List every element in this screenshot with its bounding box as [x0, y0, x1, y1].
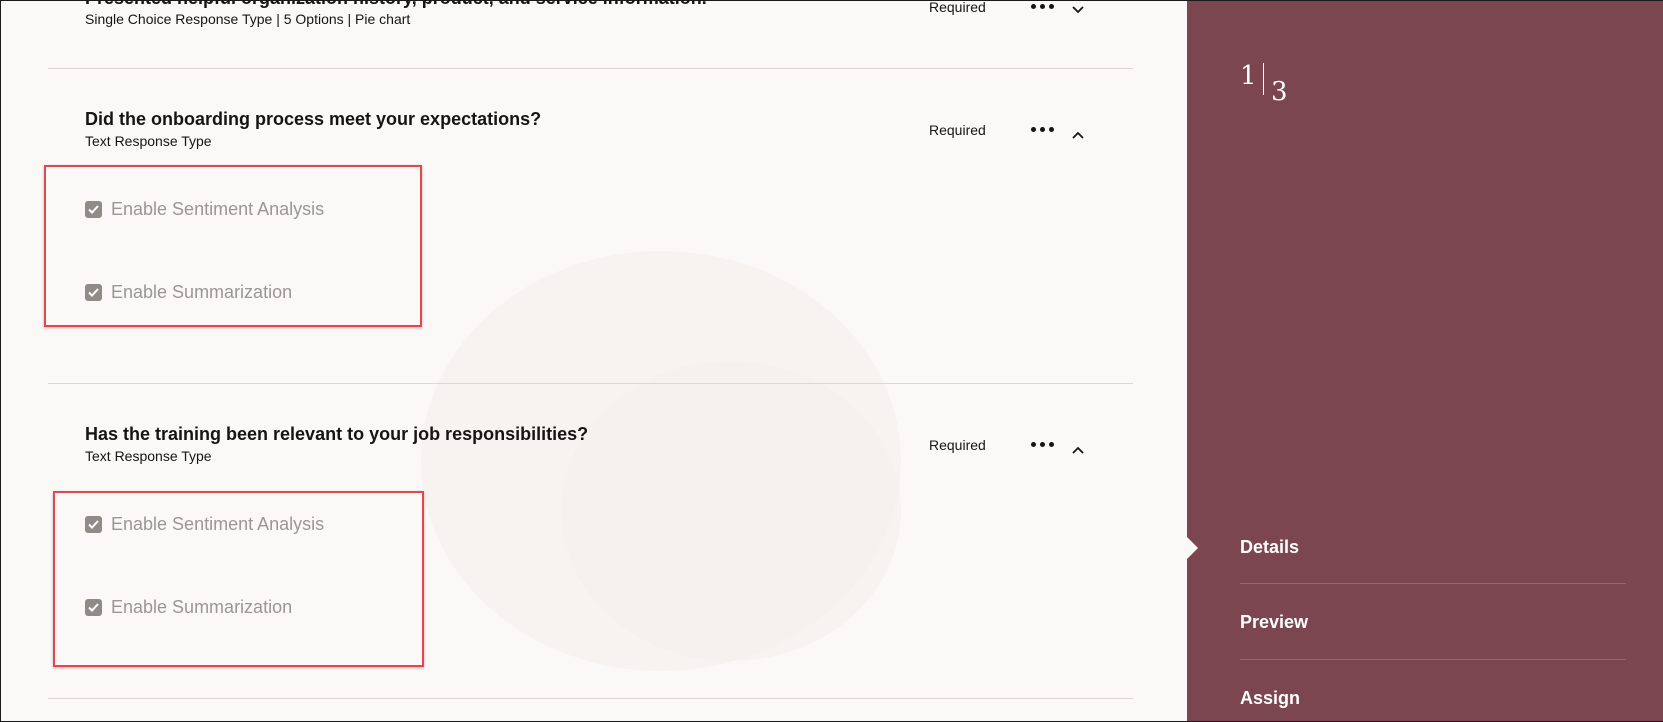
- nav-divider: [1240, 583, 1626, 584]
- step-total: 3: [1271, 77, 1288, 107]
- question-list: Presented helpful organization history, …: [1, 1, 1186, 721]
- question-title: Did the onboarding process meet your exp…: [85, 109, 542, 129]
- sentiment-analysis-checkbox[interactable]: Enable Sentiment Analysis: [85, 514, 324, 535]
- chevron-up-icon[interactable]: [1072, 126, 1084, 144]
- checkmark-icon[interactable]: [85, 516, 102, 533]
- checkbox-label: Enable Summarization: [111, 597, 293, 617]
- question-subtitle: Text Response Type: [85, 133, 212, 149]
- checkbox-label: Enable Sentiment Analysis: [111, 514, 325, 534]
- nav-divider: [1240, 659, 1626, 660]
- question-title: Presented helpful organization history, …: [85, 1, 707, 9]
- question-subtitle: Text Response Type: [85, 448, 212, 464]
- required-label: Required: [929, 437, 986, 453]
- checkmark-icon[interactable]: [85, 599, 102, 616]
- train-sidebar: 1 3 Details Preview Assign: [1187, 1, 1663, 721]
- checkbox-label: Enable Sentiment Analysis: [111, 199, 325, 219]
- step-current: 1: [1240, 61, 1257, 91]
- required-label: Required: [929, 1, 986, 15]
- question-subtitle: Single Choice Response Type | 5 Options …: [85, 11, 411, 27]
- chevron-down-icon[interactable]: [1072, 1, 1084, 19]
- checkmark-icon[interactable]: [85, 284, 102, 301]
- more-options-icon[interactable]: [1031, 442, 1054, 447]
- divider: [48, 383, 1133, 384]
- more-options-icon[interactable]: [1031, 127, 1054, 132]
- more-options-icon[interactable]: [1031, 4, 1054, 9]
- summarization-checkbox[interactable]: Enable Summarization: [85, 597, 292, 618]
- checkmark-icon[interactable]: [85, 201, 102, 218]
- chevron-up-icon[interactable]: [1072, 441, 1084, 459]
- divider: [48, 68, 1133, 69]
- question-title: Has the training been relevant to your j…: [85, 424, 589, 444]
- active-step-pointer-icon: [1187, 537, 1198, 559]
- nav-item-details[interactable]: Details: [1240, 537, 1299, 558]
- nav-item-assign[interactable]: Assign: [1240, 688, 1300, 709]
- divider: [48, 698, 1133, 699]
- step-separator: [1263, 63, 1264, 95]
- required-label: Required: [929, 122, 986, 138]
- background-watermark-2: [561, 361, 901, 661]
- summarization-checkbox[interactable]: Enable Summarization: [85, 282, 292, 303]
- checkbox-label: Enable Summarization: [111, 282, 293, 302]
- nav-item-preview[interactable]: Preview: [1240, 612, 1308, 633]
- sentiment-analysis-checkbox[interactable]: Enable Sentiment Analysis: [85, 199, 324, 220]
